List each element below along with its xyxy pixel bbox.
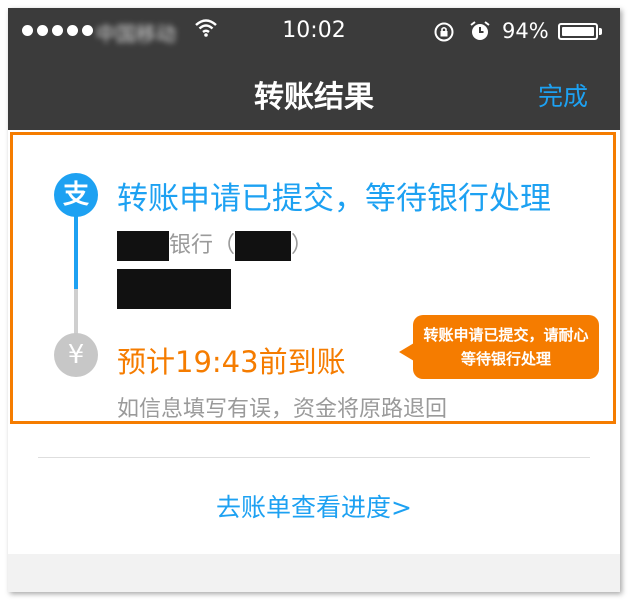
annotation-callout: 转账申请已提交，请耐心等待银行处理 xyxy=(399,315,599,379)
redacted-card-number xyxy=(235,231,292,261)
transfer-status-title: 转账申请已提交，等待银行处理 xyxy=(117,181,551,217)
done-button[interactable]: 完成 xyxy=(538,77,588,113)
alipay-icon: 支 xyxy=(54,173,98,217)
page-title: 转账结果 xyxy=(254,80,374,115)
nav-bar: 转账结果 完成 xyxy=(8,52,620,130)
redacted-bank-name xyxy=(117,231,169,261)
bank-suffix: ） xyxy=(291,233,314,258)
bottom-background xyxy=(8,554,620,592)
divider xyxy=(38,457,590,458)
redacted-account-name xyxy=(117,269,231,309)
bank-info-row: 银行（ ） xyxy=(117,227,314,261)
alarm-icon xyxy=(470,21,490,40)
battery-icon xyxy=(558,23,598,40)
status-bar: 中国移动 10:02 94% xyxy=(8,8,620,52)
view-bill-progress-link[interactable]: 去账单查看进度> xyxy=(8,488,620,524)
arrival-estimate: 预计19:43前到账 xyxy=(117,345,346,379)
rotation-lock-icon xyxy=(434,22,454,42)
bank-label: 银行（ xyxy=(169,233,236,258)
battery-tip xyxy=(599,28,602,35)
refund-note: 如信息填写有误，资金将原路退回 xyxy=(117,397,448,422)
phone-screen: 中国移动 10:02 94% 转账结果 完成 支 ¥ 转账申请已提交，等待银行处… xyxy=(8,8,620,592)
yen-icon: ¥ xyxy=(54,333,98,377)
battery-percent: 94% xyxy=(502,19,549,43)
transfer-result-card: 支 ¥ 转账申请已提交，等待银行处理 银行（ ） 预计19:43前到账 如信息填写… xyxy=(10,132,616,424)
